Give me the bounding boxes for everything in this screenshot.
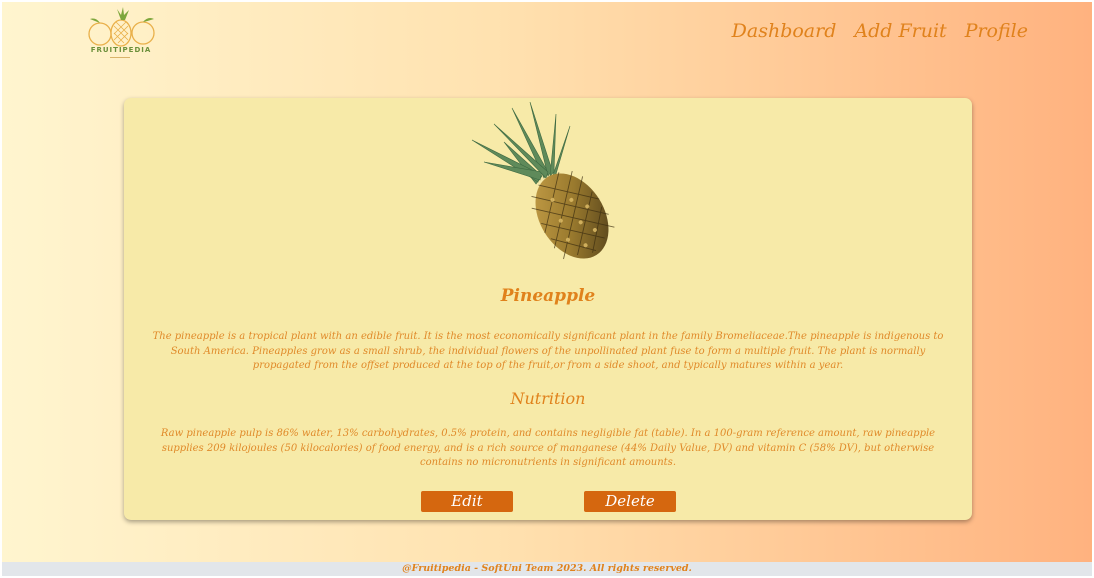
- nutrition-text: Raw pineapple pulp is 86% water, 13% car…: [160, 428, 936, 468]
- nav-add-fruit[interactable]: Add Fruit: [854, 20, 946, 42]
- footer: @Fruitipedia - SoftUni Team 2023. All ri…: [2, 562, 1092, 576]
- page: FRUITIPEDIA Dashboard Add Fruit Profile: [2, 2, 1092, 576]
- fruitipedia-logo[interactable]: FRUITIPEDIA: [80, 6, 162, 60]
- nutrition-heading: Nutrition: [510, 389, 586, 408]
- fruit-logo-icon: [88, 7, 155, 47]
- fruit-description: The pineapple is a tropical plant with a…: [152, 331, 944, 371]
- main-nav: Dashboard Add Fruit Profile: [732, 20, 1028, 42]
- edit-button[interactable]: Edit: [421, 491, 513, 512]
- nav-dashboard[interactable]: Dashboard: [732, 20, 837, 42]
- logo-text: FRUITIPEDIA: [90, 46, 152, 54]
- pineapple-image: [471, 102, 615, 260]
- fruit-details-card: Pineapple The pineapple is a tropical pl…: [124, 98, 972, 520]
- nav-profile[interactable]: Profile: [965, 20, 1028, 42]
- logo-underline: [110, 57, 130, 58]
- footer-text: @Fruitipedia - SoftUni Team 2023. All ri…: [402, 563, 692, 574]
- fruit-title: Pineapple: [500, 286, 596, 306]
- delete-button[interactable]: Delete: [584, 491, 676, 512]
